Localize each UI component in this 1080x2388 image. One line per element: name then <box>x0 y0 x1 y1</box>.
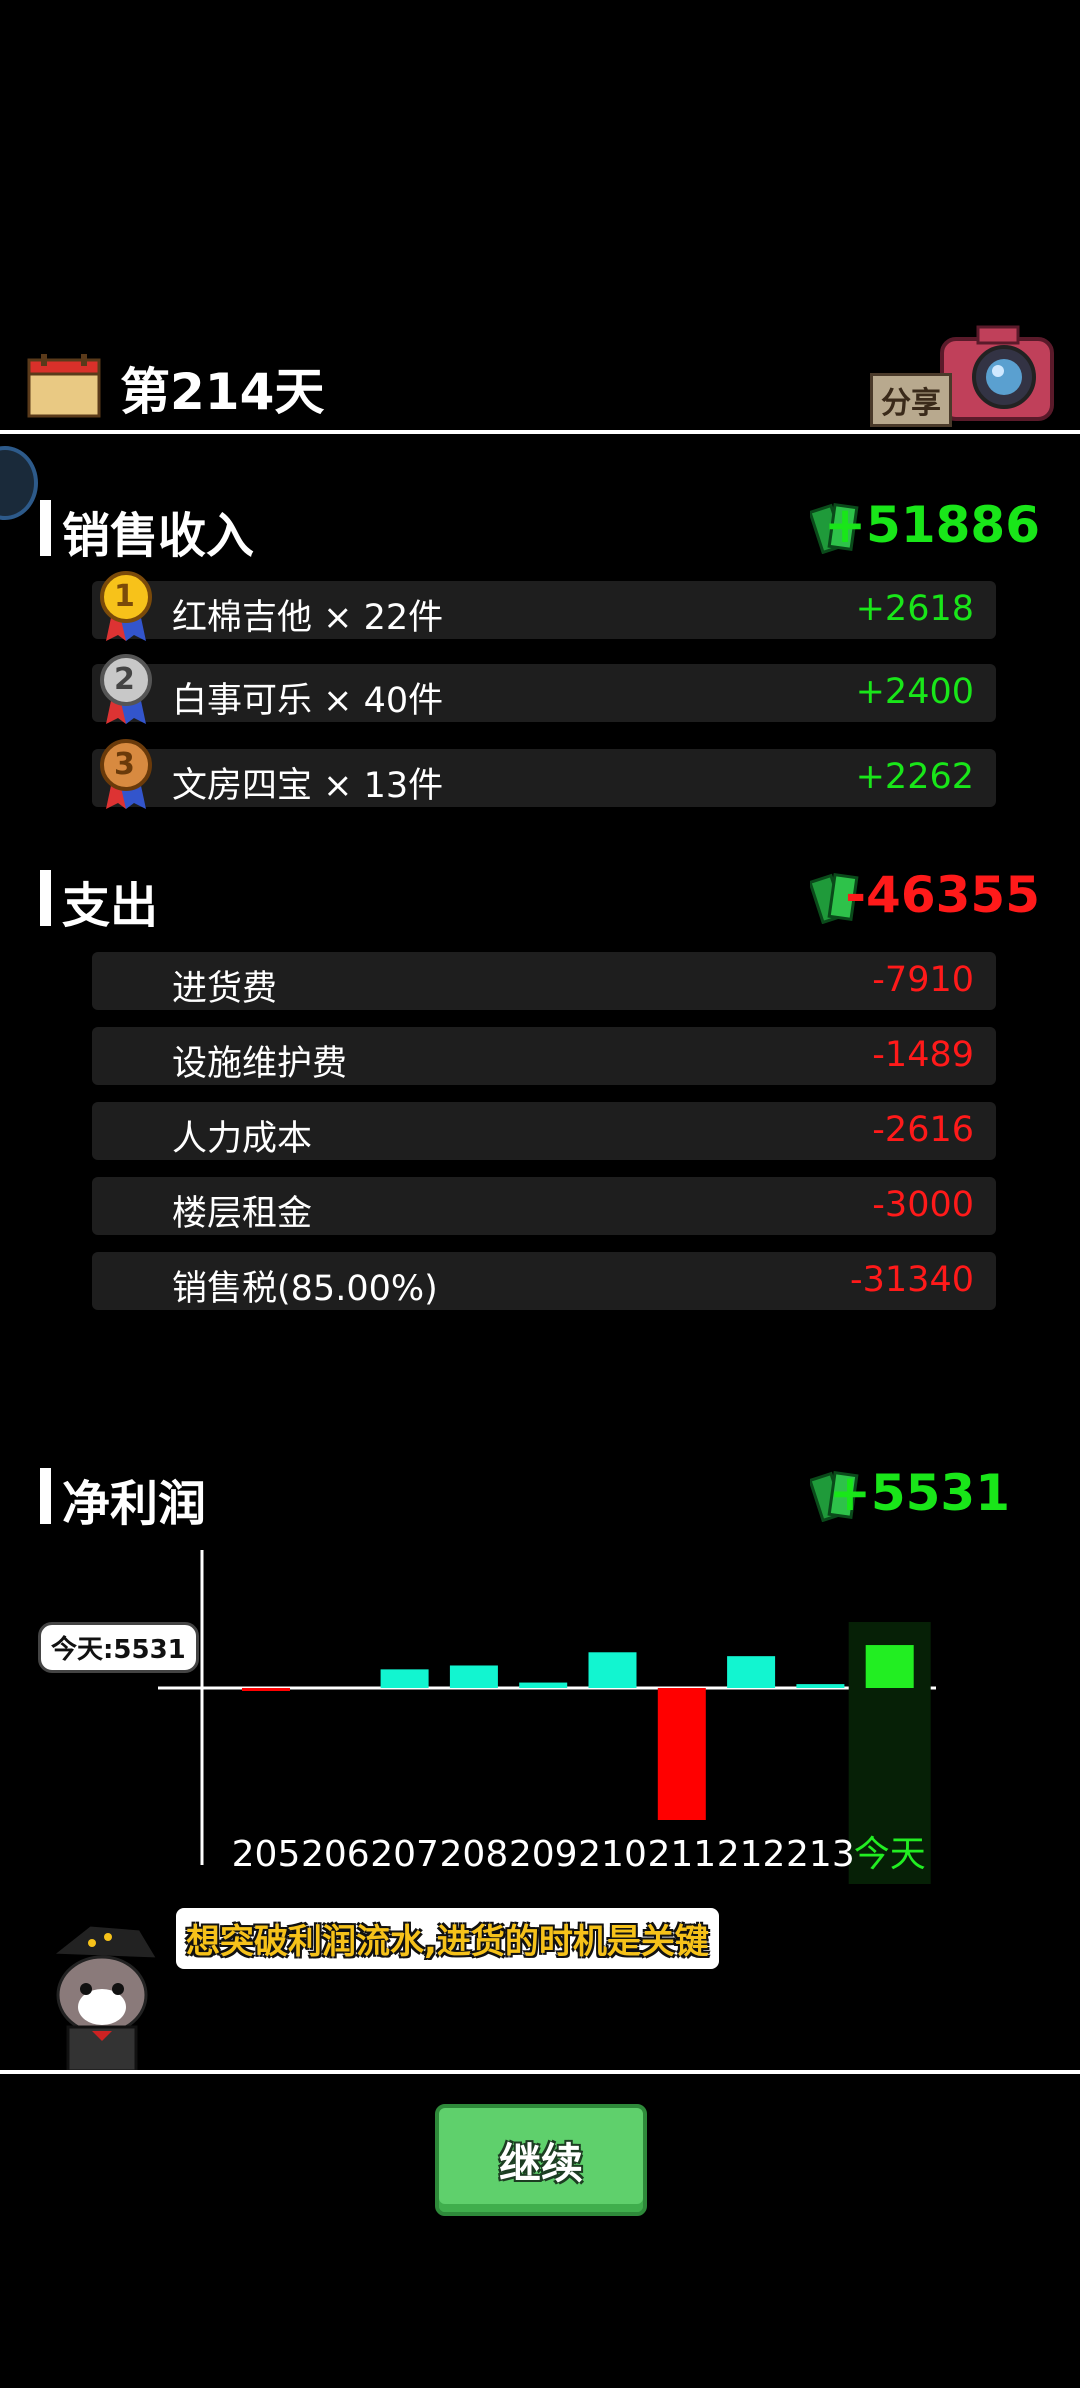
income-row-2: 2 白事可乐 × 40件 +2400 <box>92 654 996 724</box>
medal-rank: 3 <box>114 747 135 782</box>
tip-bubble: 想突破利润流水,进货的时机是关键 <box>176 1908 719 1969</box>
bar-今天 <box>865 1645 914 1688</box>
expense-item-label: 人力成本 <box>172 1119 313 1159</box>
bar-209 <box>519 1682 568 1688</box>
calendar-icon <box>27 354 101 418</box>
header-divider <box>0 430 1080 434</box>
profit-total: +5531 <box>828 1464 1010 1522</box>
expense-title: 支出 <box>62 878 159 934</box>
expense-item-value: -3000 <box>872 1185 974 1225</box>
share-button[interactable]: 分享 <box>870 325 1055 427</box>
bar-212 <box>727 1656 776 1688</box>
bar-213 <box>796 1684 845 1688</box>
expense-item-value: -1489 <box>872 1035 974 1075</box>
expense-marker <box>40 870 51 926</box>
tick-label: 207 <box>370 1834 439 1875</box>
income-title: 销售收入 <box>62 508 255 564</box>
footer-divider <box>0 2070 1080 2074</box>
profit-chart: 205 206 207 208 209 210 211 212 213今天 <box>158 1550 936 1884</box>
tick-label: 213 <box>786 1834 855 1875</box>
income-item-value: +2262 <box>855 757 974 797</box>
bar-210 <box>588 1652 637 1688</box>
tick-label: 212 <box>717 1834 786 1875</box>
income-item-label: 红棉吉他 × 22件 <box>172 598 444 638</box>
tick-label: 206 <box>301 1834 370 1875</box>
expense-row: 设施维护费 -1489 <box>92 1027 996 1085</box>
medal-rank: 1 <box>114 579 135 614</box>
tick-label: 209 <box>509 1834 578 1875</box>
today-tag: 今天:5531 <box>38 1622 199 1673</box>
profit-title: 净利润 <box>62 1476 207 1532</box>
tick-label: 今天 <box>854 1834 926 1875</box>
income-item-label: 白事可乐 × 40件 <box>172 681 444 721</box>
income-row-1: 1 红棉吉他 × 22件 +2618 <box>92 571 996 641</box>
tick-label: 208 <box>440 1834 509 1875</box>
tick-label: 205 <box>232 1834 301 1875</box>
side-tab[interactable] <box>0 446 38 520</box>
profit-marker <box>40 1468 51 1524</box>
expense-item-value: -2616 <box>872 1110 974 1150</box>
tick-label: 210 <box>578 1834 647 1875</box>
expense-row: 销售税(85.00%) -31340 <box>92 1252 996 1310</box>
bar-205 <box>242 1688 290 1691</box>
expense-item-label: 销售税(85.00%) <box>172 1269 438 1309</box>
income-item-value: +2618 <box>855 589 974 629</box>
income-item-label: 文房四宝 × 13件 <box>172 766 444 806</box>
bar-211 <box>657 1688 706 1820</box>
expense-row: 人力成本 -2616 <box>92 1102 996 1160</box>
bar-208 <box>449 1665 498 1688</box>
expense-item-value: -31340 <box>850 1260 974 1300</box>
expense-item-label: 楼层租金 <box>172 1194 313 1234</box>
tick-label: 211 <box>647 1834 716 1875</box>
continue-button[interactable]: 继续 <box>435 2104 647 2216</box>
share-label: 分享 <box>870 373 952 427</box>
camera-icon <box>940 325 1054 421</box>
expense-row: 楼层租金 -3000 <box>92 1177 996 1235</box>
expense-item-label: 进货费 <box>172 969 278 1009</box>
expense-total: -46355 <box>845 866 1040 924</box>
expense-item-label: 设施维护费 <box>172 1044 348 1084</box>
income-marker <box>40 500 51 556</box>
day-title: 第214天 <box>120 363 325 421</box>
medal-rank: 2 <box>114 662 135 697</box>
cat-mascot-icon <box>47 1923 161 2073</box>
bar-207 <box>380 1669 429 1688</box>
expense-row: 进货费 -7910 <box>92 952 996 1010</box>
income-total: +51886 <box>824 496 1040 554</box>
income-item-value: +2400 <box>855 672 974 712</box>
income-row-3: 3 文房四宝 × 13件 +2262 <box>92 739 996 809</box>
expense-item-value: -7910 <box>872 960 974 1000</box>
tip-text: 想突破利润流水,进货的时机是关键 <box>186 1922 709 1962</box>
continue-label: 继续 <box>498 2139 583 2188</box>
